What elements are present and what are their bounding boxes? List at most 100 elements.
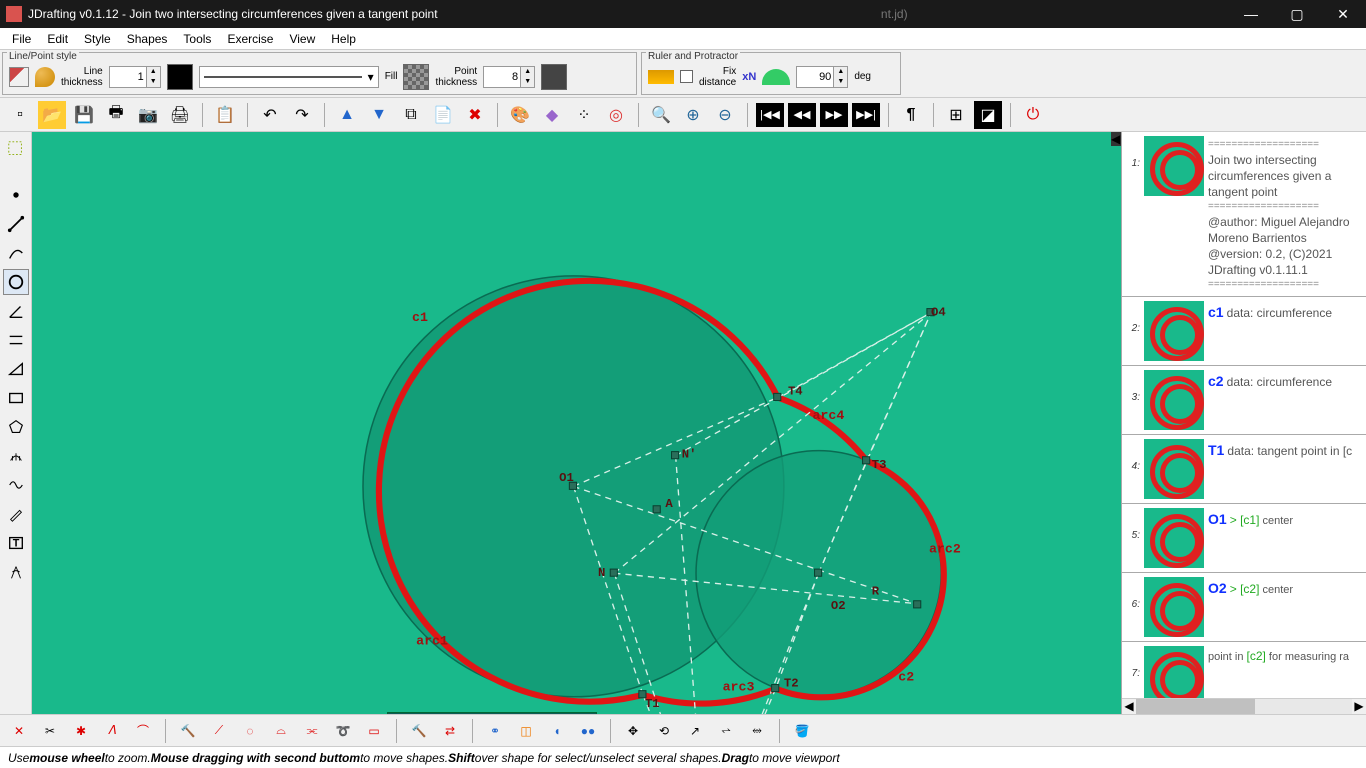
dashed-rect-icon[interactable]: ▭ — [361, 718, 387, 744]
menu-tools[interactable]: Tools — [175, 30, 219, 48]
panel-hscroll[interactable]: ◀▶ — [1122, 698, 1366, 714]
scissors-icon[interactable]: ✂ — [37, 718, 63, 744]
zoom-in-icon[interactable]: ⊕ — [679, 101, 707, 129]
list-item[interactable]: 5: O1 > [c1] center — [1122, 504, 1366, 573]
print-icon[interactable]: 🖨 — [166, 101, 194, 129]
dots-tool-icon[interactable]: ⁘ — [570, 101, 598, 129]
hammer-icon[interactable]: 🔨 — [175, 718, 201, 744]
circles-icon[interactable]: ●● — [575, 718, 601, 744]
pilcrow-icon[interactable]: ¶ — [897, 101, 925, 129]
line-tool-icon[interactable] — [3, 211, 29, 237]
flip-icon[interactable]: ⇄ — [437, 718, 463, 744]
brush-icon[interactable] — [35, 67, 55, 87]
properties-icon[interactable]: 📄 — [429, 101, 457, 129]
overlap-rect-icon[interactable]: ◫ — [513, 718, 539, 744]
point-thickness-input[interactable] — [484, 71, 520, 83]
list-item[interactable]: 3: c2 data: circumference — [1122, 366, 1366, 435]
mirror-v-icon[interactable]: ⥈ — [744, 718, 770, 744]
spin-up[interactable]: ▲ — [146, 67, 160, 77]
camera-icon[interactable]: 📷 — [134, 101, 162, 129]
fix-distance-checkbox[interactable] — [680, 70, 693, 83]
next-icon[interactable]: ▶▶ — [820, 103, 848, 127]
point-color-swatch[interactable] — [541, 64, 567, 90]
open-file-icon[interactable]: 📂 — [38, 101, 66, 129]
venn-icon[interactable]: ⚭ — [482, 718, 508, 744]
hatch-tool-icon[interactable] — [3, 443, 29, 469]
drawing-canvas[interactable]: c1 c2 arc1 arc2 arc3 arc4 O1 O2 O3 O4 T1… — [32, 132, 1121, 714]
delete-icon[interactable]: ✖ — [461, 101, 489, 129]
launch-icon[interactable]: ↗ — [682, 718, 708, 744]
polygon-tool-icon[interactable] — [3, 414, 29, 440]
list-item[interactable]: 4: T1 data: tangent point in [c — [1122, 435, 1366, 504]
menu-style[interactable]: Style — [76, 30, 119, 48]
line-color-swatch[interactable] — [167, 64, 193, 90]
contrast-icon[interactable]: ◪ — [974, 101, 1002, 129]
zoom-fit-icon[interactable]: 🔍 — [647, 101, 675, 129]
steps-list[interactable]: 1: =================== Join two intersec… — [1122, 132, 1366, 698]
point-tool-icon[interactable] — [3, 182, 29, 208]
point-thickness-spinner[interactable]: ▲▼ — [483, 66, 535, 88]
list-item[interactable]: 7: point in [c2] for measuring ra — [1122, 642, 1366, 698]
minimize-button[interactable]: — — [1228, 0, 1274, 28]
zoom-out-icon[interactable]: ⊖ — [711, 101, 739, 129]
arc-group-icon[interactable]: ⫘ — [299, 718, 325, 744]
spin-down[interactable]: ▼ — [520, 77, 534, 87]
subtract-icon[interactable]: ◖ — [544, 718, 570, 744]
compass2-icon[interactable]: 𝛬 — [99, 718, 125, 744]
paste-icon[interactable]: 📋 — [211, 101, 239, 129]
arc-tool-icon[interactable] — [3, 240, 29, 266]
menu-file[interactable]: File — [4, 30, 39, 48]
menu-exercise[interactable]: Exercise — [219, 30, 281, 48]
move-icon[interactable]: ✥ — [620, 718, 646, 744]
spin-up[interactable]: ▲ — [520, 67, 534, 77]
undo-icon[interactable]: ↶ — [256, 101, 284, 129]
color-tool-icon[interactable]: 🎨 — [506, 101, 534, 129]
dashed-circle-icon[interactable]: ◌ — [237, 718, 263, 744]
text-tool-icon[interactable]: T — [3, 530, 29, 556]
new-file-icon[interactable]: ▫ — [6, 101, 34, 129]
circle-tool-icon[interactable] — [3, 269, 29, 295]
triangle-tool-icon[interactable] — [3, 356, 29, 382]
fill-swatch[interactable] — [403, 64, 429, 90]
prev-icon[interactable]: ◀◀ — [788, 103, 816, 127]
bucket-icon[interactable]: 🪣 — [789, 718, 815, 744]
pencil-tool-icon[interactable] — [3, 501, 29, 527]
spin-up[interactable]: ▲ — [833, 67, 847, 77]
ruler-icon[interactable] — [648, 70, 674, 84]
redo-icon[interactable]: ↷ — [288, 101, 316, 129]
cross-icon[interactable]: ✕ — [6, 718, 32, 744]
compass-tool-icon[interactable] — [3, 559, 29, 585]
angle-spinner[interactable]: ▲▼ — [796, 66, 848, 88]
grid-icon[interactable]: ⊞ — [942, 101, 970, 129]
mirror-h-icon[interactable]: ⥋ — [713, 718, 739, 744]
line-style-combo[interactable]: ▾ — [199, 66, 379, 88]
curve-tool-icon[interactable] — [3, 472, 29, 498]
save-icon[interactable]: 💾 — [70, 101, 98, 129]
rect-tool-icon[interactable] — [3, 385, 29, 411]
rotate-icon[interactable]: ⟲ — [651, 718, 677, 744]
move-down-icon[interactable]: ▼ — [365, 101, 393, 129]
list-item[interactable]: 6: O2 > [c2] center — [1122, 573, 1366, 642]
line-thickness-input[interactable] — [110, 71, 146, 83]
list-item[interactable]: 2: c1 data: circumference — [1122, 297, 1366, 366]
last-icon[interactable]: ▶▶| — [852, 103, 880, 127]
spiral-icon[interactable]: ➰ — [330, 718, 356, 744]
line-thickness-spinner[interactable]: ▲▼ — [109, 66, 161, 88]
maximize-button[interactable]: ▢ — [1274, 0, 1320, 28]
menu-help[interactable]: Help — [323, 30, 364, 48]
save-as-icon[interactable]: 🖶 — [102, 101, 130, 129]
menu-view[interactable]: View — [281, 30, 323, 48]
shape-tool-icon[interactable]: ◆ — [538, 101, 566, 129]
eyedropper-icon[interactable] — [9, 67, 29, 87]
close-button[interactable]: ✕ — [1320, 0, 1366, 28]
power-icon[interactable]: ⏻ — [1019, 101, 1047, 129]
menu-edit[interactable]: Edit — [39, 30, 76, 48]
first-icon[interactable]: |◀◀ — [756, 103, 784, 127]
copy-icon[interactable]: ⧉ — [397, 101, 425, 129]
intersect-icon[interactable]: ✱ — [68, 718, 94, 744]
parallel-tool-icon[interactable] — [3, 327, 29, 353]
xn-label[interactable]: xN — [742, 71, 756, 83]
angle-tool-icon[interactable] — [3, 298, 29, 324]
hammer2-icon[interactable]: 🔨 — [406, 718, 432, 744]
angle-input[interactable] — [797, 71, 833, 83]
